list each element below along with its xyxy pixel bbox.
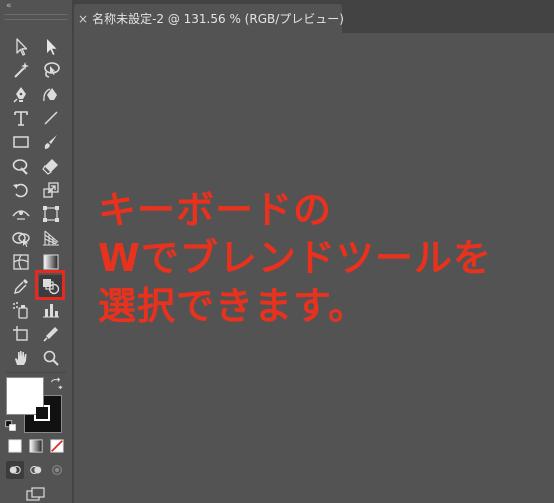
line-segment-tool-icon[interactable] bbox=[39, 107, 63, 129]
none-mode-icon[interactable] bbox=[48, 437, 66, 455]
rectangle-tool-icon[interactable] bbox=[9, 131, 33, 153]
symbol-sprayer-tool-icon[interactable] bbox=[9, 299, 33, 321]
direct-selection-tool-icon[interactable] bbox=[39, 36, 63, 58]
hand-tool-icon[interactable] bbox=[9, 347, 33, 369]
selection-tool-icon[interactable] bbox=[9, 36, 33, 58]
canvas-edge bbox=[72, 33, 74, 503]
annotation-line-2: Wでブレンドツールを bbox=[98, 236, 492, 280]
shape-builder-tool-icon[interactable] bbox=[9, 227, 33, 249]
color-mode-icon[interactable] bbox=[6, 437, 24, 455]
width-tool-icon[interactable] bbox=[9, 203, 33, 225]
artboard-tool-icon[interactable] bbox=[9, 323, 33, 345]
magic-wand-tool-icon[interactable] bbox=[9, 59, 33, 81]
default-fill-stroke-icon[interactable] bbox=[3, 418, 19, 434]
annotation-line-3: 選択できます。 bbox=[98, 284, 368, 328]
panel-divider bbox=[6, 372, 66, 373]
collapse-panel-icon[interactable]: « bbox=[6, 2, 12, 11]
mesh-tool-icon[interactable] bbox=[9, 251, 33, 273]
blend-tool-highlight bbox=[35, 270, 65, 300]
gradient-mode-icon[interactable] bbox=[27, 437, 45, 455]
document-tab[interactable]: × 名称未設定-2 @ 131.56 % (RGB/プレビュー) bbox=[74, 4, 344, 33]
panel-grip[interactable] bbox=[4, 14, 68, 20]
zoom-tool-icon[interactable] bbox=[39, 347, 63, 369]
tools-panel: « bbox=[0, 0, 72, 503]
draw-inside-icon[interactable] bbox=[48, 461, 66, 479]
draw-normal-icon[interactable] bbox=[6, 461, 24, 479]
free-transform-tool-icon[interactable] bbox=[39, 203, 63, 225]
pen-tool-icon[interactable] bbox=[9, 83, 33, 105]
annotation-line-1: キーボードの bbox=[98, 188, 333, 232]
slice-tool-icon[interactable] bbox=[39, 323, 63, 345]
lasso-tool-icon[interactable] bbox=[39, 59, 63, 81]
document-tab-title: 名称未設定-2 @ 131.56 % (RGB/プレビュー) bbox=[92, 12, 344, 26]
curvature-tool-icon[interactable] bbox=[39, 83, 63, 105]
screen-mode-icon[interactable] bbox=[24, 486, 48, 502]
scale-tool-icon[interactable] bbox=[39, 179, 63, 201]
rotate-tool-icon[interactable] bbox=[9, 179, 33, 201]
close-tab-icon[interactable]: × bbox=[78, 12, 88, 26]
type-tool-icon[interactable] bbox=[9, 107, 33, 129]
annotation-text: キーボードの Wでブレンドツールを 選択できます。 bbox=[98, 186, 492, 330]
eyedropper-tool-icon[interactable] bbox=[9, 275, 33, 297]
column-graph-tool-icon[interactable] bbox=[39, 299, 63, 321]
shaper-tool-icon[interactable] bbox=[9, 155, 33, 177]
paintbrush-tool-icon[interactable] bbox=[39, 131, 63, 153]
swap-fill-stroke-icon[interactable] bbox=[48, 376, 64, 392]
perspective-grid-tool-icon[interactable] bbox=[39, 227, 63, 249]
draw-behind-icon[interactable] bbox=[27, 461, 45, 479]
eraser-tool-icon[interactable] bbox=[39, 155, 63, 177]
